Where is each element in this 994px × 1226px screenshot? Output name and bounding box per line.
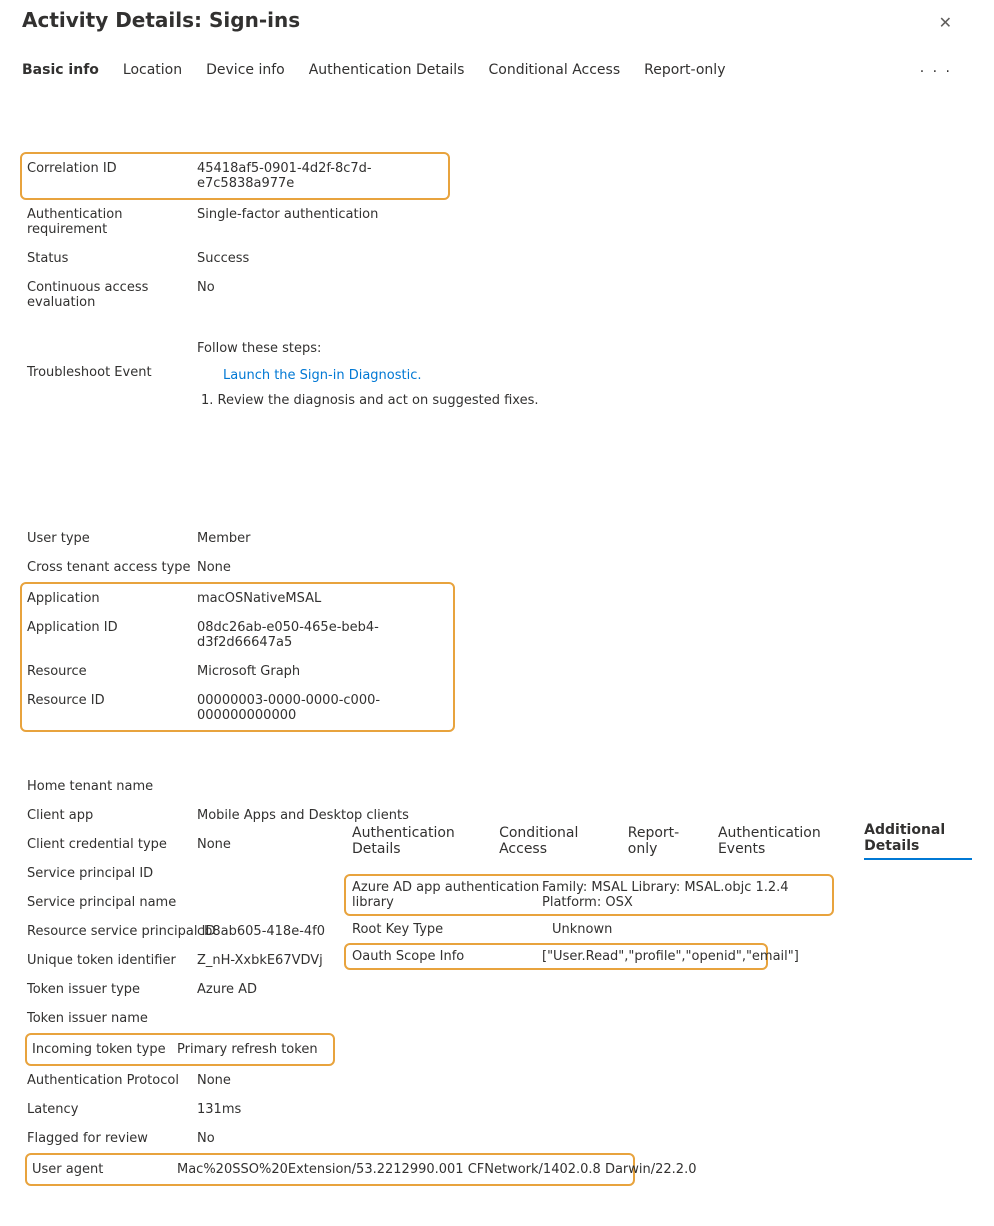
extra-tab-auth-details[interactable]: Authentication Details	[352, 825, 471, 857]
label-user-agent: User agent	[32, 1162, 177, 1177]
value-auth-library: Family: MSAL Library: MSAL.objc 1.2.4 Pl…	[542, 880, 826, 910]
value-correlation-id: 45418af5-0901-4d2f-8c7d-e7c5838a977e	[197, 161, 443, 191]
value-status: Success	[197, 251, 249, 266]
label-rsp-id: Resource service principal ID	[27, 924, 197, 939]
value-root-key-type: Unknown	[552, 922, 612, 937]
extra-tab-auth-events[interactable]: Authentication Events	[718, 825, 836, 857]
value-application: macOSNativeMSAL	[197, 591, 321, 606]
value-oauth-scope: ["User.Read","profile","openid","email"]	[542, 949, 799, 964]
highlight-oauth-scope: Oauth Scope Info ["User.Read","profile",…	[344, 943, 768, 970]
label-application: Application	[27, 591, 197, 606]
label-unique-token-id: Unique token identifier	[27, 953, 197, 968]
more-icon[interactable]: · · ·	[920, 64, 952, 80]
label-correlation-id: Correlation ID	[27, 161, 197, 176]
label-cae: Continuous access evaluation	[27, 280, 197, 310]
label-home-tenant: Home tenant name	[27, 779, 197, 794]
value-user-type: Member	[197, 531, 250, 546]
label-status: Status	[27, 251, 197, 266]
tab-device-info[interactable]: Device info	[206, 62, 285, 82]
label-auth-protocol: Authentication Protocol	[27, 1073, 197, 1088]
label-client-app: Client app	[27, 808, 197, 823]
tab-report-only[interactable]: Report-only	[644, 62, 725, 82]
tab-auth-details[interactable]: Authentication Details	[309, 62, 465, 82]
value-unique-token-id: Z_nH-XxbkE67VDVj	[197, 953, 323, 968]
label-oauth-scope: Oauth Scope Info	[352, 949, 542, 964]
troubleshoot-section: Troubleshoot Event Follow these steps: L…	[22, 335, 972, 414]
close-icon[interactable]: ✕	[939, 9, 972, 32]
value-rsp-id: cb8ab605-418e-4f0	[197, 924, 325, 939]
label-root-key-type: Root Key Type	[352, 922, 552, 937]
highlight-application: Application macOSNativeMSAL Application …	[20, 582, 455, 732]
label-auth-requirement: Authentication requirement	[27, 207, 197, 237]
value-resource-id: 00000003-0000-0000-c000-000000000000	[197, 693, 448, 723]
label-client-credential: Client credential type	[27, 837, 197, 852]
value-client-app: Mobile Apps and Desktop clients	[197, 808, 409, 823]
value-client-credential: None	[197, 837, 231, 852]
value-token-issuer-type: Azure AD	[197, 982, 257, 997]
tabs: Basic info Location Device info Authenti…	[22, 62, 972, 82]
label-resource-id: Resource ID	[27, 693, 197, 708]
value-incoming-token: Primary refresh token	[177, 1042, 318, 1057]
value-user-agent: Mac%20SSO%20Extension/53.2212990.001 CFN…	[177, 1162, 696, 1177]
highlight-correlation: Correlation ID 45418af5-0901-4d2f-8c7d-e…	[20, 152, 450, 200]
extra-tab-report-only[interactable]: Report-only	[628, 825, 690, 857]
value-auth-requirement: Single-factor authentication	[197, 207, 378, 222]
label-resource: Resource	[27, 664, 197, 679]
tab-conditional-access[interactable]: Conditional Access	[488, 62, 620, 82]
label-token-issuer-name: Token issuer name	[27, 1011, 197, 1026]
label-latency: Latency	[27, 1102, 197, 1117]
label-sp-name: Service principal name	[27, 895, 197, 910]
label-auth-library: Azure AD app authentication library	[352, 880, 542, 910]
value-flagged: No	[197, 1131, 215, 1146]
label-sp-id: Service principal ID	[27, 866, 197, 881]
page-title: Activity Details: Sign-ins	[22, 8, 300, 32]
extra-tab-additional-details[interactable]: Additional Details	[864, 822, 972, 860]
text-step-1: Review the diagnosis and act on suggeste…	[201, 393, 967, 408]
highlight-auth-library: Azure AD app authentication library Fami…	[344, 874, 834, 916]
highlight-incoming-token: Incoming token type Primary refresh toke…	[25, 1033, 335, 1066]
tab-location[interactable]: Location	[123, 62, 182, 82]
label-token-issuer-type: Token issuer type	[27, 982, 197, 997]
text-follow-steps: Follow these steps:	[197, 341, 967, 356]
label-incoming-token: Incoming token type	[32, 1042, 177, 1057]
tab-basic-info[interactable]: Basic info	[22, 62, 99, 82]
label-user-type: User type	[27, 531, 197, 546]
value-cross-tenant: None	[197, 560, 231, 575]
additional-details-panel: Authentication Details Conditional Acces…	[352, 822, 972, 970]
value-auth-protocol: None	[197, 1073, 231, 1088]
label-cross-tenant: Cross tenant access type	[27, 560, 197, 575]
label-application-id: Application ID	[27, 620, 197, 635]
extra-tab-conditional-access[interactable]: Conditional Access	[499, 825, 600, 857]
value-cae: No	[197, 280, 215, 295]
value-application-id: 08dc26ab-e050-465e-beb4-d3f2d66647a5	[197, 620, 448, 650]
value-latency: 131ms	[197, 1102, 241, 1117]
label-troubleshoot: Troubleshoot Event	[27, 341, 197, 380]
value-resource: Microsoft Graph	[197, 664, 300, 679]
highlight-user-agent: User agent Mac%20SSO%20Extension/53.2212…	[25, 1153, 635, 1186]
extra-tabs: Authentication Details Conditional Acces…	[352, 822, 972, 860]
link-launch-diagnostic[interactable]: Launch the Sign-in Diagnostic.	[223, 368, 422, 383]
label-flagged: Flagged for review	[27, 1131, 197, 1146]
